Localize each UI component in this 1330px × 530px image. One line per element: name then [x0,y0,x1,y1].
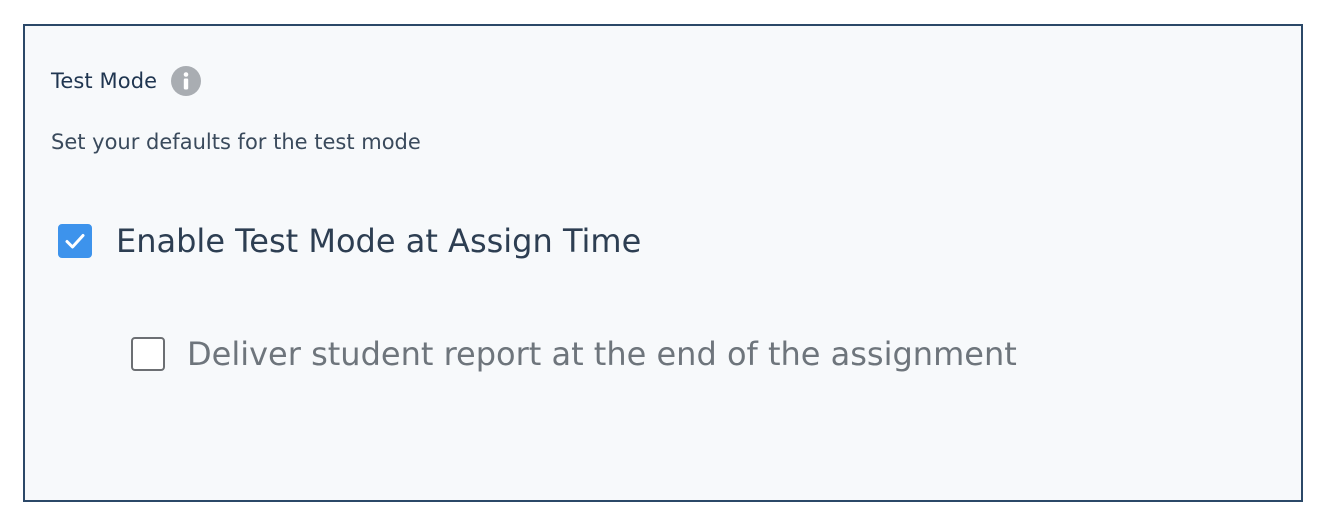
deliver-report-option[interactable]: Deliver student report at the end of the… [131,335,1017,373]
info-glyph [183,72,189,90]
info-icon[interactable] [171,66,202,96]
section-subtitle: Set your defaults for the test mode [51,130,421,154]
section-title: Test Mode [51,69,158,93]
enable-test-mode-label[interactable]: Enable Test Mode at Assign Time [116,222,641,260]
deliver-report-label[interactable]: Deliver student report at the end of the… [187,335,1017,373]
enable-test-mode-option[interactable]: Enable Test Mode at Assign Time [58,222,641,260]
checkmark-icon [65,234,85,249]
enable-test-mode-checkbox[interactable] [58,224,92,258]
section-header: Test Mode [51,66,202,96]
test-mode-panel [23,24,1303,502]
deliver-report-checkbox[interactable] [131,337,165,371]
